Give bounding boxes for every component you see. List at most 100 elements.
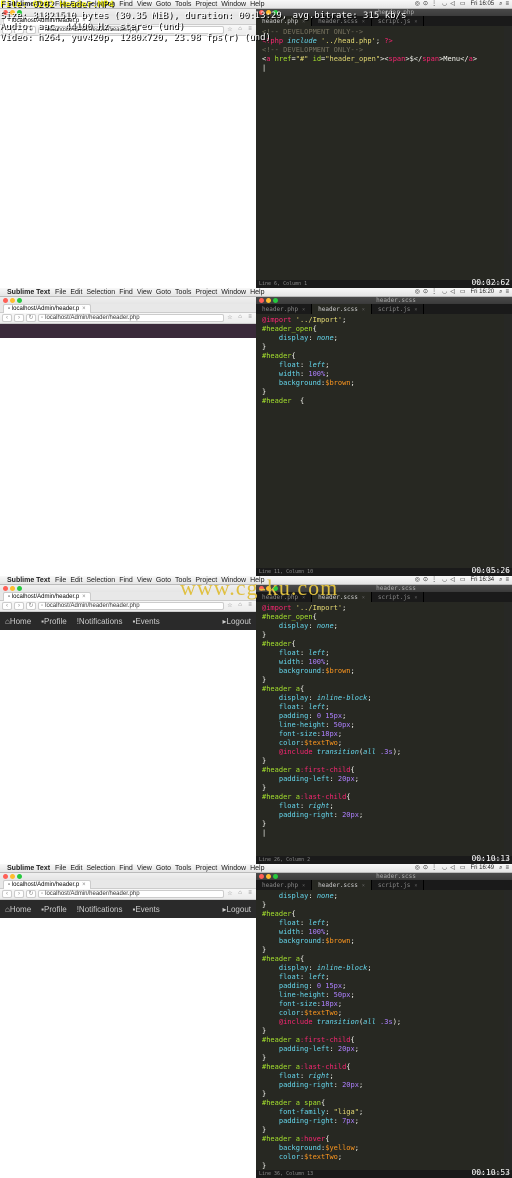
clock[interactable]: Fri 16:05 bbox=[470, 1, 494, 7]
minimap[interactable] bbox=[504, 890, 512, 1170]
menu-item[interactable]: File bbox=[55, 577, 66, 584]
minimize-icon[interactable] bbox=[10, 298, 15, 303]
menu-item[interactable]: Help bbox=[250, 865, 264, 872]
maximize-icon[interactable] bbox=[273, 298, 278, 303]
close-tab-icon[interactable]: × bbox=[414, 307, 417, 313]
menu-item[interactable]: Goto bbox=[156, 289, 171, 296]
icon[interactable]: ⊙ bbox=[423, 865, 428, 871]
nav-link[interactable]: ▪Profile bbox=[41, 617, 67, 626]
menu-icon[interactable]: ≡ bbox=[246, 890, 254, 898]
icon[interactable]: ⊙ bbox=[423, 1, 428, 7]
minimize-icon[interactable] bbox=[266, 298, 271, 303]
menu-icon[interactable]: ≡ bbox=[505, 289, 509, 295]
close-icon[interactable] bbox=[3, 298, 8, 303]
wifi-icon[interactable]: ◡ bbox=[442, 1, 447, 7]
menu-item[interactable]: Selection bbox=[86, 577, 115, 584]
browser-tab[interactable]: ▫ localhost/Admin/header.p× bbox=[3, 880, 91, 889]
battery-icon[interactable]: ▭ bbox=[460, 289, 466, 295]
clock[interactable]: Fri 16:49 bbox=[470, 865, 494, 871]
reload-button[interactable]: ↻ bbox=[26, 314, 36, 322]
close-tab-icon[interactable]: × bbox=[362, 307, 365, 313]
maximize-icon[interactable] bbox=[17, 586, 22, 591]
close-tab-icon[interactable]: × bbox=[82, 306, 86, 312]
menu-item[interactable]: Goto bbox=[156, 865, 171, 872]
menu-item[interactable]: View bbox=[137, 577, 152, 584]
menu-item[interactable]: Find bbox=[119, 865, 133, 872]
menu-item[interactable]: Selection bbox=[86, 289, 115, 296]
clock[interactable]: Fri 16:34 bbox=[470, 577, 494, 583]
cursor-position[interactable]: Line 26, Column 2 bbox=[259, 857, 310, 863]
volume-icon[interactable]: ◁ bbox=[450, 1, 455, 7]
menu-icon[interactable]: ≡ bbox=[246, 314, 254, 322]
url-bar[interactable]: ▫localhost/Admin/header/header.php bbox=[38, 314, 224, 322]
app-name[interactable]: Sublime Text bbox=[7, 577, 50, 584]
nav-link[interactable]: !Notifications bbox=[77, 617, 123, 626]
nav-link[interactable]: ▪Profile bbox=[41, 905, 67, 914]
forward-button[interactable]: › bbox=[14, 314, 24, 322]
reload-button[interactable]: ↻ bbox=[26, 602, 36, 610]
minimap[interactable] bbox=[504, 26, 512, 280]
editor-tab[interactable]: header.php× bbox=[256, 880, 312, 890]
minimize-icon[interactable] bbox=[10, 586, 15, 591]
browser-tab[interactable]: ▫ localhost/Admin/header.p× bbox=[3, 304, 91, 313]
icon[interactable]: ◎ bbox=[415, 577, 420, 583]
close-icon[interactable] bbox=[3, 874, 8, 879]
forward-button[interactable]: › bbox=[14, 602, 24, 610]
minimap[interactable] bbox=[504, 314, 512, 568]
menu-icon[interactable]: ≡ bbox=[505, 865, 509, 871]
menu-item[interactable]: Edit bbox=[70, 865, 82, 872]
url-bar[interactable]: ▫localhost/Admin/header/header.php bbox=[38, 602, 224, 610]
url-bar[interactable]: ▫localhost/Admin/header/header.php bbox=[38, 890, 224, 898]
spotlight-icon[interactable]: ⌕ bbox=[499, 577, 502, 583]
menu-item[interactable]: File bbox=[55, 289, 66, 296]
bookmark-icon[interactable]: ☆ bbox=[226, 890, 234, 898]
menu-item[interactable]: Find bbox=[119, 289, 133, 296]
menu-item[interactable]: Find bbox=[119, 577, 133, 584]
nav-link[interactable]: ▪Events bbox=[132, 905, 159, 914]
wifi-icon[interactable]: ◡ bbox=[442, 577, 447, 583]
close-tab-icon[interactable]: × bbox=[302, 883, 305, 889]
editor-tab[interactable]: script.js× bbox=[372, 304, 425, 314]
menu-icon[interactable]: ≡ bbox=[505, 1, 509, 7]
minimap[interactable] bbox=[504, 602, 512, 856]
editor-tab[interactable]: header.scss× bbox=[312, 880, 372, 890]
forward-button[interactable]: › bbox=[14, 890, 24, 898]
spotlight-icon[interactable]: ⌕ bbox=[499, 289, 502, 295]
reload-button[interactable]: ↻ bbox=[26, 890, 36, 898]
bookmark-icon[interactable]: ☆ bbox=[226, 314, 234, 322]
icon[interactable]: ◎ bbox=[415, 1, 420, 7]
app-name[interactable]: Sublime Text bbox=[7, 289, 50, 296]
wifi-icon[interactable]: ◡ bbox=[442, 865, 447, 871]
code-area[interactable]: @import '../Import';#header_open{ displa… bbox=[256, 314, 512, 568]
app-name[interactable]: Sublime Text bbox=[7, 865, 50, 872]
menu-item[interactable]: Selection bbox=[86, 865, 115, 872]
icon[interactable]: ⋮ bbox=[431, 1, 437, 7]
menu-item[interactable]: View bbox=[137, 289, 152, 296]
close-icon[interactable] bbox=[3, 586, 8, 591]
wifi-icon[interactable]: ◡ bbox=[442, 289, 447, 295]
icon[interactable]: ⋮ bbox=[431, 865, 437, 871]
back-button[interactable]: ‹ bbox=[2, 890, 12, 898]
icon[interactable]: ⊙ bbox=[423, 289, 428, 295]
browser-tab[interactable]: ▫ localhost/Admin/header.p× bbox=[3, 592, 91, 601]
menu-item[interactable]: Tools bbox=[175, 289, 191, 296]
close-tab-icon[interactable]: × bbox=[362, 883, 365, 889]
logout-link[interactable]: ▸Logout bbox=[223, 905, 251, 914]
close-tab-icon[interactable]: × bbox=[302, 307, 305, 313]
close-tab-icon[interactable]: × bbox=[362, 595, 365, 601]
battery-icon[interactable]: ▭ bbox=[460, 577, 466, 583]
home-icon[interactable]: ⌂ bbox=[236, 890, 244, 898]
maximize-icon[interactable] bbox=[273, 874, 278, 879]
maximize-icon[interactable] bbox=[17, 298, 22, 303]
close-tab-icon[interactable]: × bbox=[82, 594, 86, 600]
editor-tab[interactable]: header.php× bbox=[256, 304, 312, 314]
spotlight-icon[interactable]: ⌕ bbox=[499, 1, 502, 7]
close-tab-icon[interactable]: × bbox=[414, 595, 417, 601]
battery-icon[interactable]: ▭ bbox=[460, 1, 466, 7]
volume-icon[interactable]: ◁ bbox=[450, 865, 455, 871]
logout-link[interactable]: ▸Logout bbox=[223, 617, 251, 626]
menu-item[interactable]: File bbox=[55, 865, 66, 872]
menu-item[interactable]: Tools bbox=[175, 865, 191, 872]
minimize-icon[interactable] bbox=[10, 874, 15, 879]
volume-icon[interactable]: ◁ bbox=[450, 289, 455, 295]
